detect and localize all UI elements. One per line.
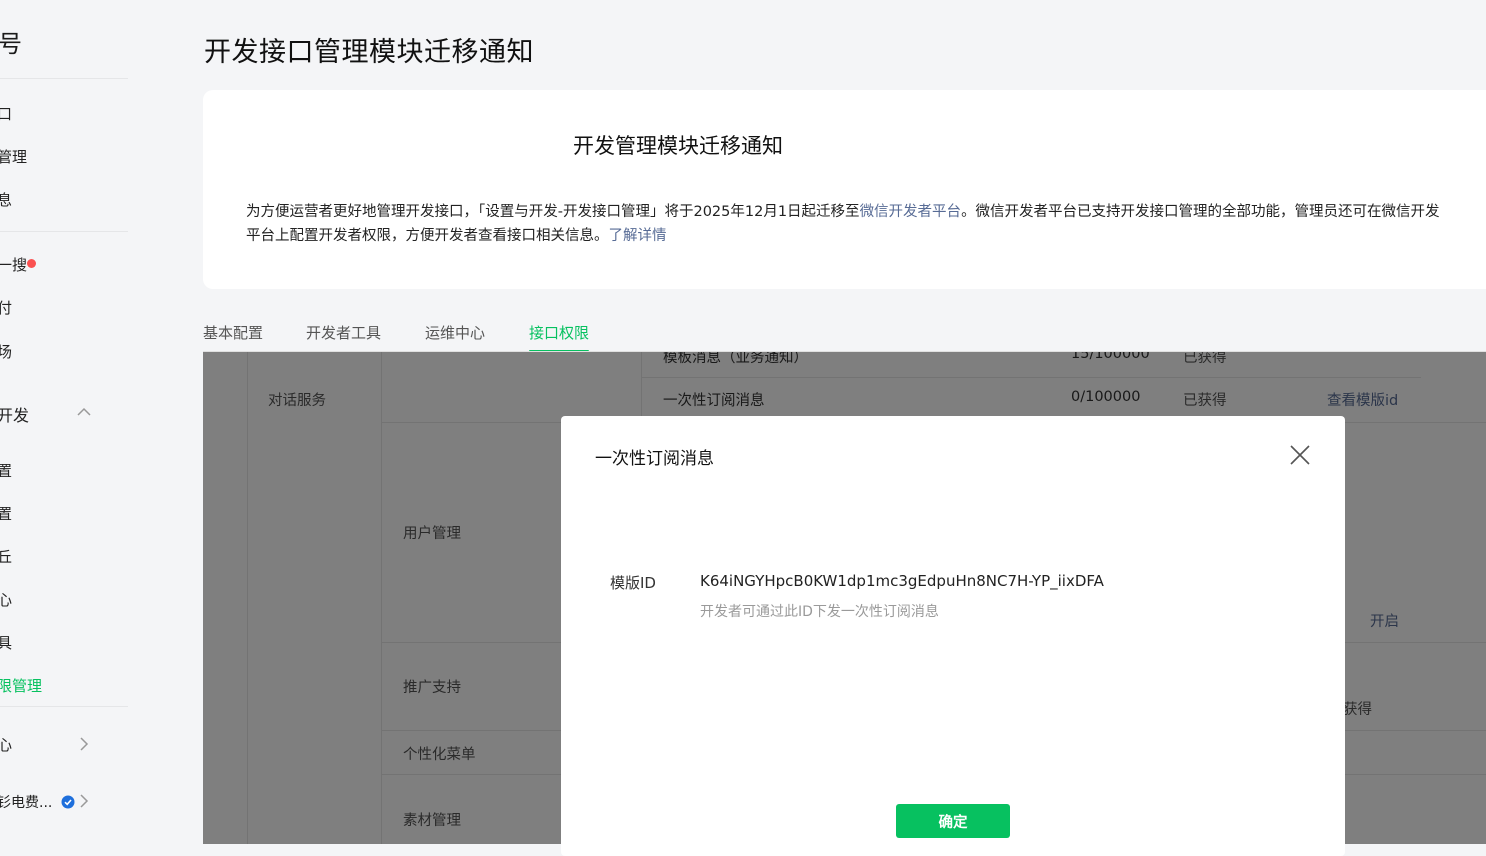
learn-more-link[interactable]: 了解详情	[609, 228, 667, 244]
chevron-up-icon[interactable]	[76, 404, 92, 420]
account-name: 号	[0, 30, 23, 58]
notice-text-line-1: 为方便运营者更好地管理开发接口，「设置与开发-开发接口管理」将于2025年12月…	[246, 200, 1440, 221]
sidebar-item-center[interactable]: 心	[0, 734, 12, 755]
notice-text: 平台上配置开发者权限，方便开发者查看接口相关信息。	[246, 228, 609, 244]
tab-developer-tools[interactable]: 开发者工具	[306, 322, 381, 343]
sidebar-item-1[interactable]: 口	[0, 103, 12, 124]
sidebar-item-dev-3[interactable]: 丘	[0, 546, 12, 567]
notice-card	[203, 90, 1486, 289]
notice-title: 开发管理模块迁移通知	[573, 134, 783, 158]
sidebar-item-3[interactable]: 息	[0, 189, 12, 210]
tab-ops-center[interactable]: 运维中心	[425, 322, 485, 343]
sidebar-item-pay[interactable]: 付	[0, 297, 12, 318]
sidebar-divider	[0, 706, 128, 707]
notice-text-line-2: 平台上配置开发者权限，方便开发者查看接口相关信息。了解详情	[246, 224, 667, 245]
close-icon[interactable]	[1289, 444, 1311, 466]
dialog-title: 一次性订阅消息	[595, 449, 714, 469]
template-id-dialog: 一次性订阅消息 模版ID K64iNGYHpcB0KW1dp1mc3gEdpuH…	[561, 416, 1345, 856]
sidebar-group-dev[interactable]: 开发	[0, 402, 29, 426]
sidebar-divider	[0, 231, 128, 232]
verified-badge-icon	[61, 794, 75, 809]
notification-dot	[27, 259, 36, 268]
sidebar-item-dev-4[interactable]: 心	[0, 589, 12, 610]
page-title: 开发接口管理模块迁移通知	[204, 37, 534, 68]
sidebar-item-search[interactable]: 一搜	[0, 254, 27, 275]
notice-text: 。微信开发者平台已支持开发接口管理的全部功能，管理员还可在微信开发	[961, 204, 1440, 220]
sidebar-item-dev-1[interactable]: 置	[0, 460, 12, 481]
wechat-dev-platform-link[interactable]: 微信开发者平台	[860, 204, 962, 220]
sidebar-divider	[0, 78, 128, 79]
template-id-hint: 开发者可通过此ID下发一次性订阅消息	[700, 604, 939, 620]
sidebar: 号 口 管理 息 一搜 付 场 开发 置 置 丘 心 具 限管理 心 钐电费..…	[0, 0, 128, 844]
notice-text: 为方便运营者更好地管理开发接口，「设置与开发-开发接口管理」将于2025年12月…	[246, 204, 860, 220]
sidebar-item-scene[interactable]: 场	[0, 341, 12, 362]
sidebar-item-dev-5[interactable]: 具	[0, 632, 12, 653]
confirm-button[interactable]: 确定	[896, 804, 1010, 838]
tab-api-permission[interactable]: 接口权限	[529, 322, 589, 343]
chevron-right-icon[interactable]	[76, 736, 92, 752]
chevron-right-icon[interactable]	[76, 793, 92, 809]
sidebar-item-api-permission[interactable]: 限管理	[0, 675, 42, 696]
sidebar-item-dev-2[interactable]: 置	[0, 503, 12, 524]
template-id-value: K64iNGYHpcB0KW1dp1mc3gEdpuHn8NC7H-YP_iix…	[700, 572, 1104, 590]
template-id-label: 模版ID	[610, 574, 656, 592]
tab-basic-config[interactable]: 基本配置	[203, 322, 263, 343]
account-switch-name[interactable]: 钐电费...	[0, 792, 52, 812]
